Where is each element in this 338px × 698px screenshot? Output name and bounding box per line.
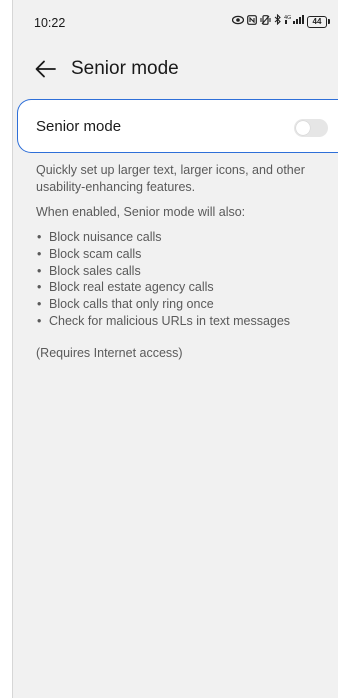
list-item: Block sales calls <box>37 263 290 280</box>
4g-signal-icon: 4G <box>284 14 304 29</box>
vibrate-icon <box>260 14 271 29</box>
battery-icon: 44 <box>307 15 330 28</box>
status-time: 10:22 <box>34 16 66 30</box>
battery-level: 44 <box>307 15 327 28</box>
nfc-icon <box>247 14 257 29</box>
battery-tip <box>328 19 330 24</box>
toggle-knob <box>296 121 310 135</box>
internet-note: (Requires Internet access) <box>36 346 183 360</box>
status-bar: 10:22 4G 44 <box>13 0 338 40</box>
intro-description: Quickly set up larger text, larger icons… <box>36 163 305 194</box>
page-title: Senior mode <box>71 58 179 79</box>
senior-mode-label: Senior mode <box>36 118 122 135</box>
status-icons: 4G 44 <box>231 13 330 29</box>
list-item: Check for malicious URLs in text message… <box>37 313 290 330</box>
phone-screen: 10:22 4G 44 Senior mode Senior mode Quic… <box>12 0 338 698</box>
bluetooth-icon <box>274 13 281 29</box>
senior-mode-setting-row[interactable]: Senior mode <box>17 99 338 153</box>
feature-list: Block nuisance calls Block scam calls Bl… <box>37 229 290 330</box>
eye-icon <box>231 15 245 29</box>
list-item: Block real estate agency calls <box>37 279 290 296</box>
when-enabled-text: When enabled, Senior mode will also: <box>36 205 246 219</box>
arrow-left-icon <box>35 60 56 78</box>
back-button[interactable] <box>33 56 59 82</box>
senior-mode-toggle[interactable] <box>294 119 328 137</box>
list-item: Block calls that only ring once <box>37 296 290 313</box>
list-item: Block nuisance calls <box>37 229 290 246</box>
app-header: Senior mode <box>13 52 338 88</box>
list-item: Block scam calls <box>37 246 290 263</box>
